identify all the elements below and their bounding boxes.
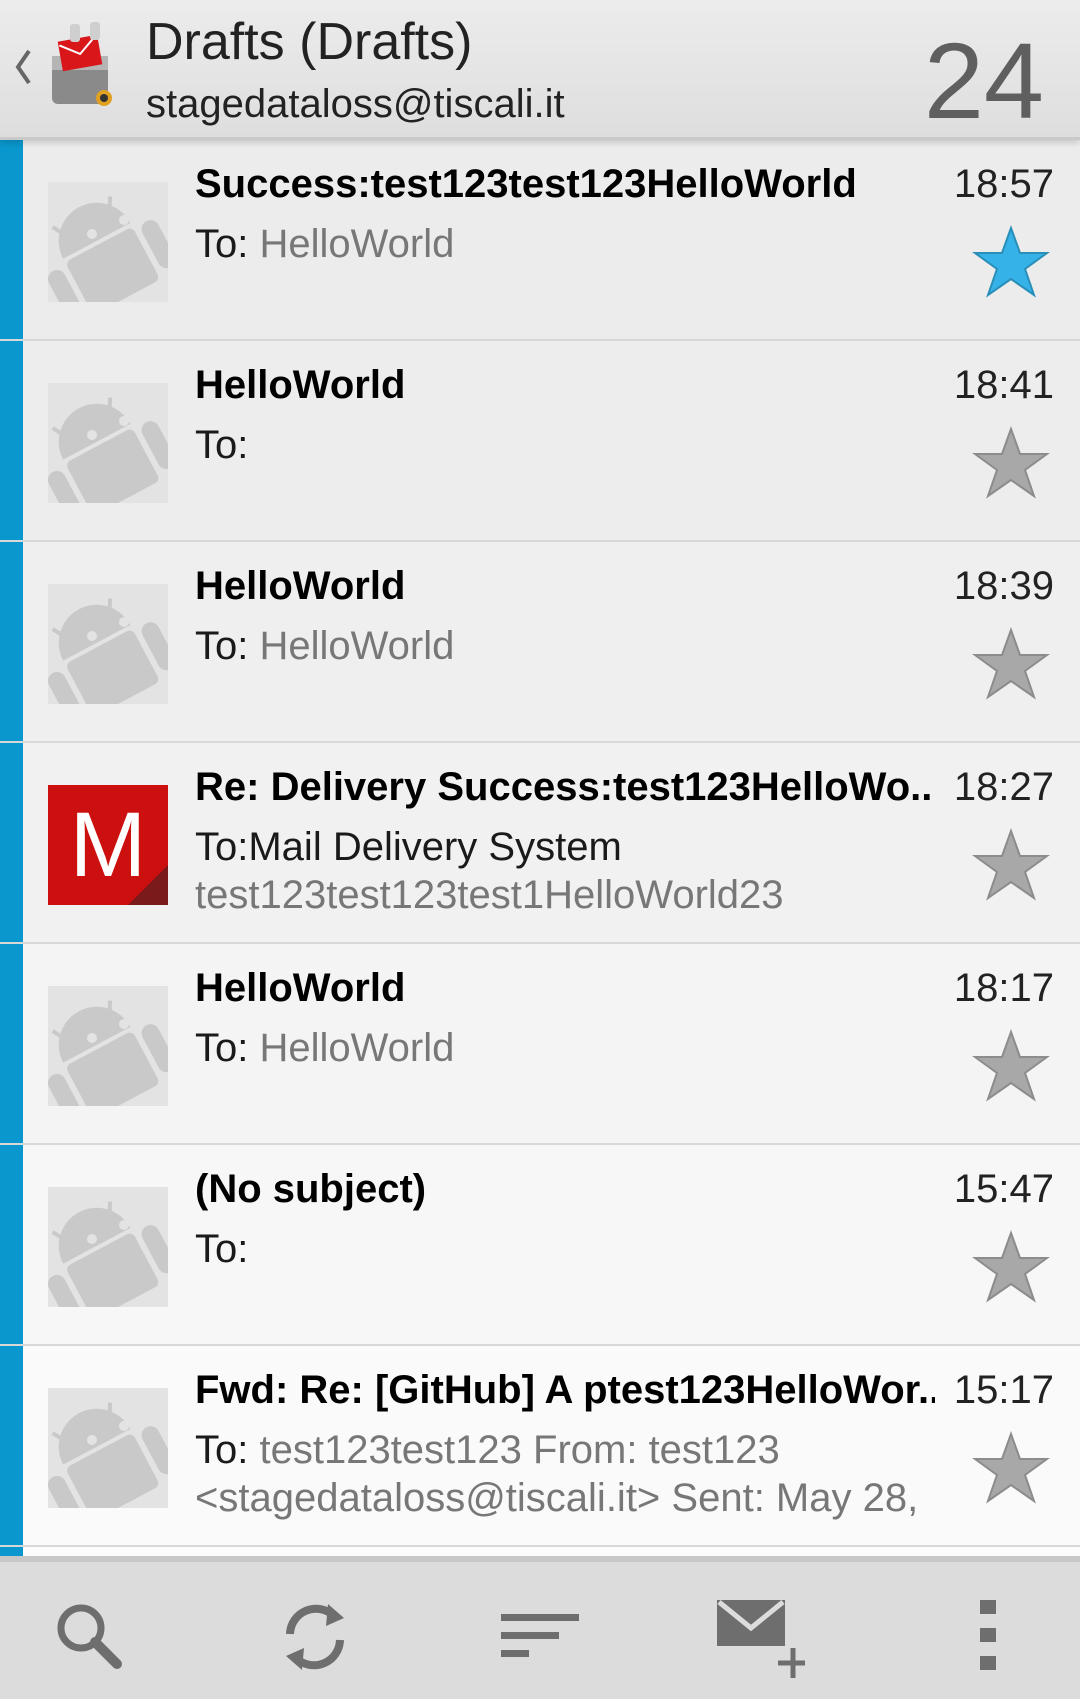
overflow-menu-icon[interactable] [944, 1592, 1034, 1682]
action-bar: Drafts (Drafts) stagedataloss@tiscali.it… [0, 0, 1080, 141]
unread-indicator [0, 140, 23, 339]
message-preview: test123test123test1HelloWorld23 [195, 873, 784, 917]
message-preview: <stagedataloss@tiscali.it> Sent: May 28, [195, 1476, 919, 1520]
android-avatar-icon[interactable] [48, 986, 168, 1106]
unread-indicator [0, 944, 23, 1143]
message-time: 18:57 [953, 162, 1054, 206]
bottom-toolbar [0, 1556, 1080, 1699]
message-row[interactable]: HelloWorld 18:39 To: HelloWorld [0, 542, 1080, 743]
account-email: stagedataloss@tiscali.it [146, 82, 565, 126]
recipient-value: test123test123 From: test123 [259, 1428, 780, 1472]
unread-indicator [0, 341, 23, 540]
recipient-label: To: [195, 423, 249, 467]
sort-icon[interactable] [495, 1592, 585, 1682]
message-time: 18:17 [953, 966, 1054, 1010]
star-icon[interactable] [972, 225, 1050, 299]
message-row[interactable]: (No subject) 15:47 To: [0, 1145, 1080, 1346]
message-list: Success:test123test123HelloWorld 18:57 T… [0, 140, 1080, 1587]
message-subject: HelloWorld [195, 564, 406, 608]
recipient-label: To: [195, 1026, 260, 1070]
compose-icon[interactable] [715, 1592, 805, 1682]
message-row[interactable]: HelloWorld 18:17 To: HelloWorld [0, 944, 1080, 1145]
message-subject: (No subject) [195, 1167, 427, 1211]
message-row[interactable]: M Re: Delivery Success:test123HelloWo.. … [0, 743, 1080, 944]
message-row[interactable]: Fwd: Re: [GitHub] A ptest123HelloWor.. 1… [0, 1346, 1080, 1547]
recipient-label: To: [195, 1428, 260, 1472]
message-time: 18:41 [953, 363, 1054, 407]
android-avatar-icon[interactable] [48, 182, 168, 302]
unread-indicator [0, 542, 23, 741]
recipient-line: To: HelloWorld [195, 624, 454, 669]
unread-indicator [0, 1145, 23, 1344]
android-avatar-icon[interactable] [48, 383, 168, 503]
message-time: 18:27 [953, 765, 1054, 809]
message-count: 24 [923, 20, 1044, 141]
recipient-value: HelloWorld [259, 222, 455, 266]
recipient-line: To: HelloWorld [195, 1026, 454, 1071]
star-icon[interactable] [972, 1431, 1050, 1505]
recipient-label: To: [195, 1227, 249, 1271]
recipient-label: To: [195, 624, 260, 668]
star-icon[interactable] [972, 828, 1050, 902]
back-icon[interactable] [12, 45, 34, 89]
message-subject: HelloWorld [195, 966, 406, 1010]
recipient-line: To:Mail Delivery System [195, 825, 622, 870]
avatar-fold [128, 865, 168, 905]
search-icon[interactable] [45, 1592, 135, 1682]
message-row[interactable]: HelloWorld 18:41 To: [0, 341, 1080, 542]
recipient-line: To: test123test123 From: test123 [195, 1428, 780, 1473]
android-avatar-icon[interactable] [48, 584, 168, 704]
star-icon[interactable] [972, 426, 1050, 500]
message-subject: Re: Delivery Success:test123HelloWo.. [195, 765, 933, 809]
refresh-icon[interactable] [270, 1592, 360, 1682]
message-row[interactable]: Success:test123test123HelloWorld 18:57 T… [0, 140, 1080, 341]
recipient-line: To: HelloWorld [195, 222, 454, 267]
message-time: 15:47 [953, 1167, 1054, 1211]
star-icon[interactable] [972, 1029, 1050, 1103]
message-subject: Success:test123test123HelloWorld [195, 162, 857, 206]
android-avatar-icon[interactable] [48, 1388, 168, 1508]
star-icon[interactable] [972, 1230, 1050, 1304]
message-subject: HelloWorld [195, 363, 406, 407]
star-icon[interactable] [972, 627, 1050, 701]
recipient-label: To:Mail Delivery System [195, 825, 622, 869]
recipient-value: HelloWorld [259, 624, 455, 668]
folder-title: Drafts (Drafts) [146, 13, 473, 71]
recipient-line: To: [195, 1227, 248, 1272]
android-avatar-icon[interactable] [48, 1187, 168, 1307]
recipient-value: HelloWorld [259, 1026, 455, 1070]
recipient-line: To: [195, 423, 248, 468]
sender-avatar-m[interactable]: M [48, 785, 168, 905]
recipient-label: To: [195, 222, 260, 266]
unread-indicator [0, 743, 23, 942]
message-subject: Fwd: Re: [GitHub] A ptest123HelloWor.. [195, 1368, 935, 1412]
unread-indicator [0, 1346, 23, 1545]
message-time: 15:17 [953, 1368, 1054, 1412]
app-logo-icon[interactable] [44, 20, 124, 114]
message-time: 18:39 [953, 564, 1054, 608]
